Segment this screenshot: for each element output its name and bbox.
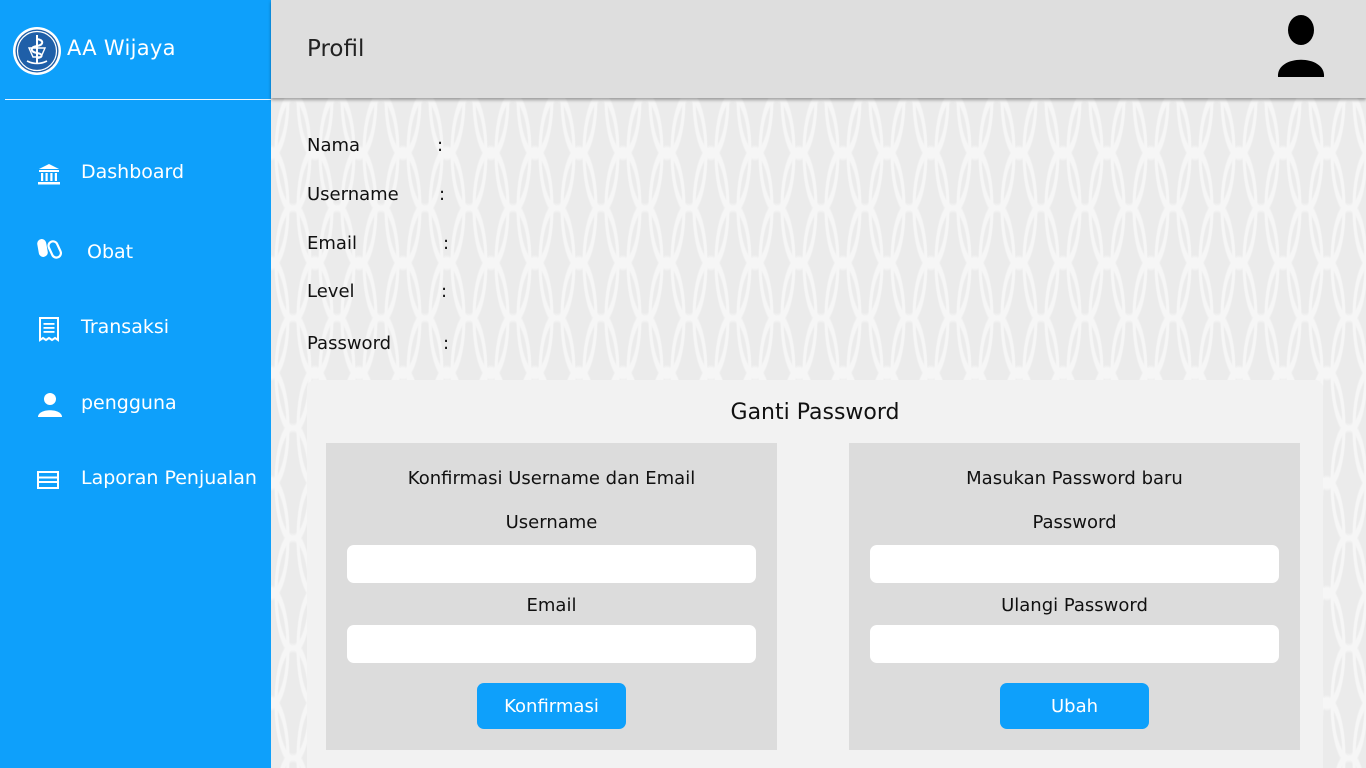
profile-separator: : <box>441 281 448 302</box>
sidebar-item-dashboard[interactable]: Dashboard <box>0 151 271 195</box>
user-icon <box>38 393 62 417</box>
profile-label: Email <box>307 233 357 254</box>
brand-name: AA Wijaya <box>67 36 176 60</box>
sidebar: AA Wijaya Dashboard Obat Transaksi pengg… <box>0 0 280 768</box>
header: Profil <box>271 0 1366 98</box>
profile-separator: : <box>439 184 446 205</box>
change-button[interactable]: Ubah <box>1000 683 1149 729</box>
confirm-button[interactable]: Konfirmasi <box>477 683 626 729</box>
email-input[interactable] <box>347 625 756 663</box>
sidebar-item-transaksi[interactable]: Transaksi <box>0 306 271 350</box>
sidebar-item-label: Dashboard <box>81 161 185 183</box>
sidebar-item-label: Transaksi <box>81 316 170 338</box>
panel-title: Masukan Password baru <box>966 468 1183 489</box>
profile-label: Nama <box>307 135 361 156</box>
profile-separator: : <box>443 233 450 254</box>
main-content: Nama : Username : Email : Level : Passwo… <box>271 98 1366 768</box>
page-title: Profil <box>307 36 365 62</box>
profile-label: Password <box>307 333 392 354</box>
sidebar-item-laporan-penjualan[interactable]: Laporan Penjualan <box>0 457 271 501</box>
sidebar-item-obat[interactable]: Obat <box>0 231 271 275</box>
panel-title: Konfirmasi Username dan Email <box>407 468 696 489</box>
confirm-panel: Konfirmasi Username dan Email Username E… <box>326 443 777 750</box>
username-label: Username <box>505 512 598 533</box>
brand[interactable]: AA Wijaya <box>0 0 271 100</box>
card-title: Ganti Password <box>730 400 900 425</box>
report-icon <box>37 471 59 489</box>
password-label: Password <box>1032 512 1117 533</box>
repeat-password-input[interactable] <box>870 625 1279 663</box>
user-avatar-icon[interactable] <box>1272 14 1330 80</box>
profile-separator: : <box>443 333 450 354</box>
repeat-password-label: Ulangi Password <box>1001 595 1148 616</box>
new-password-panel: Masukan Password baru Password Ulangi Pa… <box>849 443 1300 750</box>
change-password-card: Ganti Password Konfirmasi Username dan E… <box>307 380 1323 768</box>
username-input[interactable] <box>347 545 756 583</box>
receipt-icon <box>39 317 59 342</box>
pharmacy-logo-icon <box>13 27 61 75</box>
sidebar-divider <box>5 99 280 100</box>
sidebar-item-label: Obat <box>87 241 134 263</box>
profile-separator: : <box>437 135 444 156</box>
bank-icon <box>38 164 60 185</box>
sidebar-item-label: Laporan Penjualan <box>81 467 257 489</box>
sidebar-item-label: pengguna <box>81 392 177 414</box>
sidebar-item-pengguna[interactable]: pengguna <box>0 382 271 426</box>
new-password-input[interactable] <box>870 545 1279 583</box>
profile-label: Level <box>307 281 355 302</box>
profile-label: Username <box>307 184 399 205</box>
email-label: Email <box>526 595 577 616</box>
pills-icon <box>37 239 62 259</box>
